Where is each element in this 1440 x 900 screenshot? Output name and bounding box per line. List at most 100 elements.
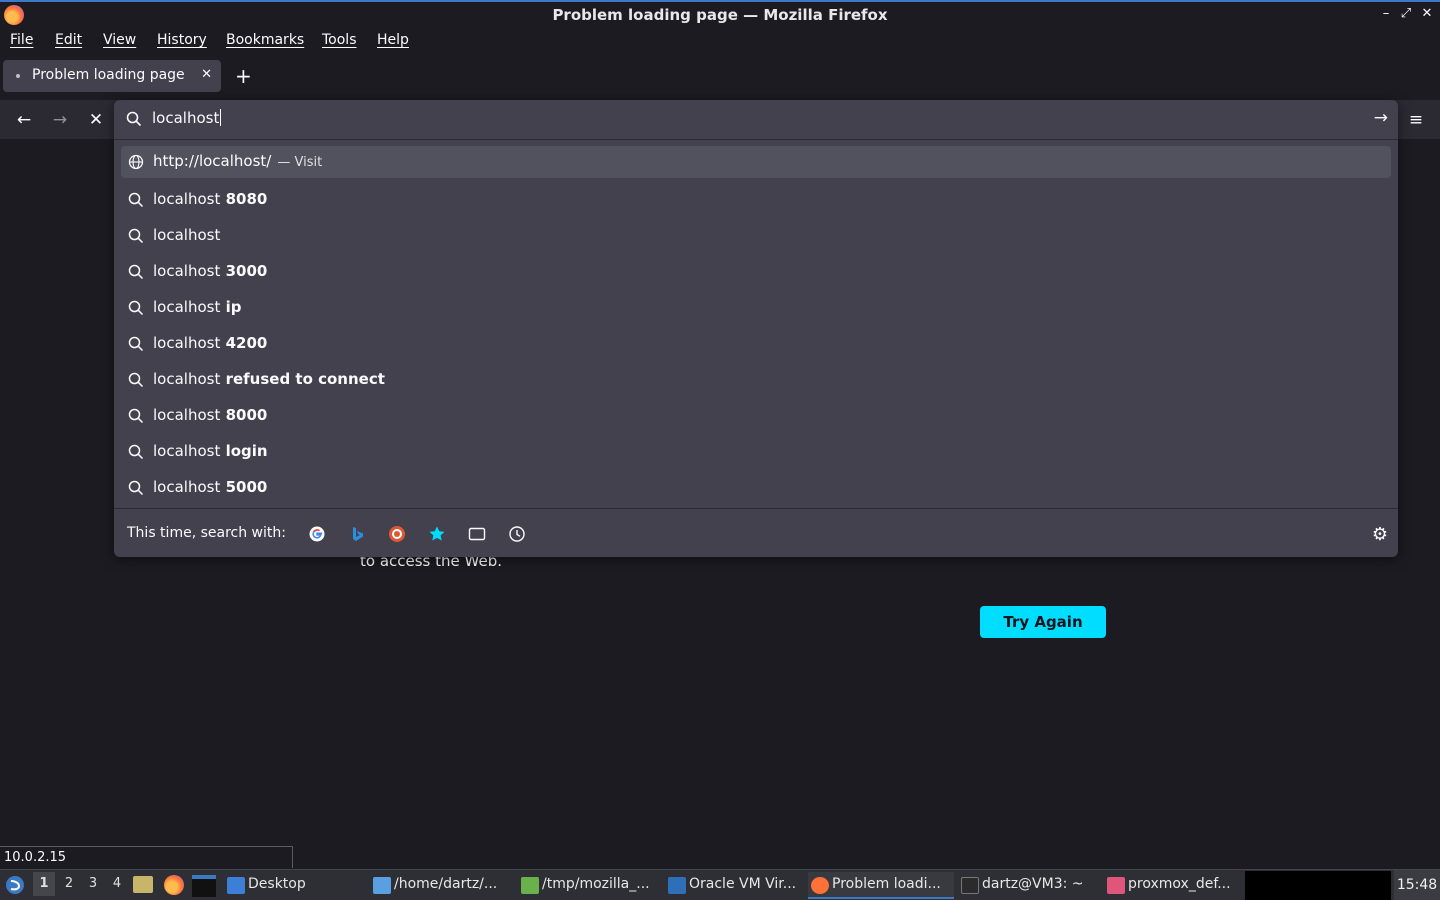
tab-strip: Problem loading page ✕ + bbox=[0, 54, 1440, 100]
task-proxmox[interactable]: proxmox_def... bbox=[1104, 872, 1231, 899]
app-menu-button[interactable]: ≡ bbox=[1403, 107, 1429, 133]
pdf-icon bbox=[1107, 877, 1125, 894]
firefox-launcher-icon[interactable] bbox=[164, 875, 184, 895]
history-icon[interactable] bbox=[508, 525, 526, 543]
search-suggestion-row[interactable]: localhost 5000 bbox=[121, 470, 1391, 506]
suggestion-typed: localhost bbox=[153, 406, 221, 424]
folder-icon bbox=[227, 877, 245, 894]
suggestion-completion: 4200 bbox=[220, 334, 268, 352]
minimize-button[interactable]: – bbox=[1377, 6, 1395, 21]
tray-area bbox=[1245, 871, 1391, 900]
workspace-3[interactable]: 3 bbox=[82, 876, 104, 891]
suggestion-completion: 3000 bbox=[220, 262, 268, 280]
search-suggestion-row[interactable]: localhost 8080 bbox=[121, 182, 1391, 218]
task-label: dartz@VM3: ~ bbox=[982, 876, 1084, 892]
suggestion-completion: login bbox=[220, 442, 268, 460]
start-menu-icon[interactable] bbox=[5, 875, 25, 895]
firefox-icon bbox=[811, 877, 829, 894]
menu-bar: File Edit View History Bookmarks Tools H… bbox=[0, 29, 1440, 54]
bing-icon[interactable] bbox=[348, 525, 366, 543]
one-off-search-bar: This time, search with: ⚙ bbox=[114, 508, 1398, 557]
suggestion-completion: refused to connect bbox=[220, 370, 385, 388]
window-titlebar: Problem loading page — Mozilla Firefox –… bbox=[0, 0, 1440, 29]
search-icon bbox=[128, 192, 144, 208]
suggestion-typed: localhost bbox=[153, 262, 221, 280]
suggestion-typed: localhost bbox=[153, 190, 221, 208]
task-label: proxmox_def... bbox=[1128, 876, 1231, 892]
menu-edit[interactable]: Edit bbox=[55, 32, 82, 48]
terminal-launcher-icon[interactable] bbox=[192, 875, 216, 897]
suggestion-typed: localhost bbox=[153, 334, 221, 352]
suggestion-completion: 8080 bbox=[220, 190, 268, 208]
suggestion-text: localhost refused to connect bbox=[153, 370, 385, 388]
search-suggestion-row[interactable]: localhost 8000 bbox=[121, 398, 1391, 434]
suggestion-typed: localhost bbox=[153, 478, 221, 496]
task-desktop[interactable]: Desktop bbox=[224, 872, 306, 899]
terminal-icon bbox=[961, 877, 979, 894]
forward-button[interactable]: → bbox=[47, 107, 73, 133]
clock[interactable]: 15:48 bbox=[1394, 870, 1440, 900]
go-button[interactable]: → bbox=[1374, 108, 1388, 128]
search-suggestion-row[interactable]: localhost login bbox=[121, 434, 1391, 470]
virtualbox-icon bbox=[668, 877, 686, 894]
search-icon bbox=[128, 372, 144, 388]
task-label: Problem loadi... bbox=[832, 876, 941, 892]
workspace-4[interactable]: 4 bbox=[106, 876, 128, 891]
task-label: Oracle VM Vir... bbox=[689, 876, 797, 892]
menu-view[interactable]: View bbox=[103, 32, 136, 48]
close-window-button[interactable]: ✕ bbox=[1418, 6, 1436, 21]
task-label: /tmp/mozilla_... bbox=[542, 876, 650, 892]
menu-history[interactable]: History bbox=[157, 32, 207, 48]
maximize-button[interactable]: ⤢ bbox=[1397, 6, 1415, 21]
search-suggestion-row[interactable]: localhost refused to connect bbox=[121, 362, 1391, 398]
bookmarks-icon[interactable] bbox=[428, 525, 446, 543]
menu-bookmarks[interactable]: Bookmarks bbox=[226, 32, 304, 48]
duckduckgo-icon[interactable] bbox=[388, 525, 406, 543]
visit-suggestion-row[interactable]: http://localhost/ — Visit bbox=[121, 146, 1391, 178]
task-virtualbox[interactable]: Oracle VM Vir... bbox=[665, 872, 796, 899]
try-again-button[interactable]: Try Again bbox=[980, 606, 1106, 638]
file-manager-launcher-icon[interactable] bbox=[133, 876, 153, 893]
search-settings-gear-icon[interactable]: ⚙ bbox=[1372, 524, 1388, 545]
task-terminal[interactable]: dartz@VM3: ~ bbox=[958, 872, 1084, 899]
tabs-icon[interactable] bbox=[468, 525, 486, 543]
suggestion-text: localhost ip bbox=[153, 298, 241, 316]
stop-button[interactable]: ✕ bbox=[83, 107, 109, 133]
url-input[interactable]: localhost bbox=[152, 109, 222, 127]
tab-close-icon[interactable]: ✕ bbox=[201, 67, 212, 82]
archive-icon bbox=[521, 877, 539, 894]
suggestion-typed: localhost bbox=[153, 370, 221, 388]
tab-label: Problem loading page bbox=[32, 67, 185, 83]
search-suggestion-row[interactable]: localhost 3000 bbox=[121, 254, 1391, 290]
text-caret bbox=[220, 109, 222, 126]
workspace-1[interactable]: 1 bbox=[33, 872, 55, 896]
suggestion-text: localhost 8000 bbox=[153, 406, 267, 424]
one-off-label: This time, search with: bbox=[127, 525, 286, 541]
tab-problem-loading[interactable]: Problem loading page ✕ bbox=[3, 60, 221, 92]
search-suggestion-row[interactable]: localhost 4200 bbox=[121, 326, 1391, 362]
search-icon bbox=[128, 480, 144, 496]
task-firefox[interactable]: Problem loadi... bbox=[808, 872, 954, 899]
menu-file[interactable]: File bbox=[10, 32, 33, 48]
suggestion-typed: localhost bbox=[153, 226, 221, 244]
menu-help[interactable]: Help bbox=[377, 32, 409, 48]
task-archive[interactable]: /tmp/mozilla_... bbox=[518, 872, 650, 899]
back-button[interactable]: ← bbox=[11, 107, 37, 133]
suggestion-completion: 5000 bbox=[220, 478, 268, 496]
search-suggestion-row[interactable]: localhost ip bbox=[121, 290, 1391, 326]
suggestion-text: localhost 5000 bbox=[153, 478, 267, 496]
url-input-value: localhost bbox=[152, 109, 220, 127]
suggestion-text: localhost 8080 bbox=[153, 190, 267, 208]
new-tab-button[interactable]: + bbox=[235, 64, 252, 88]
search-icon bbox=[128, 300, 144, 316]
suggestion-text: localhost 3000 bbox=[153, 262, 267, 280]
window-title: Problem loading page — Mozilla Firefox bbox=[552, 6, 888, 24]
menu-tools[interactable]: Tools bbox=[322, 32, 357, 48]
search-suggestion-row[interactable]: localhost bbox=[121, 218, 1391, 254]
loading-dot-icon bbox=[16, 74, 20, 78]
search-icon bbox=[128, 408, 144, 424]
workspace-2[interactable]: 2 bbox=[58, 876, 80, 891]
task-image-viewer[interactable]: /home/dartz/... bbox=[370, 872, 497, 899]
google-icon[interactable] bbox=[308, 525, 326, 543]
suggestion-typed: localhost bbox=[153, 442, 221, 460]
